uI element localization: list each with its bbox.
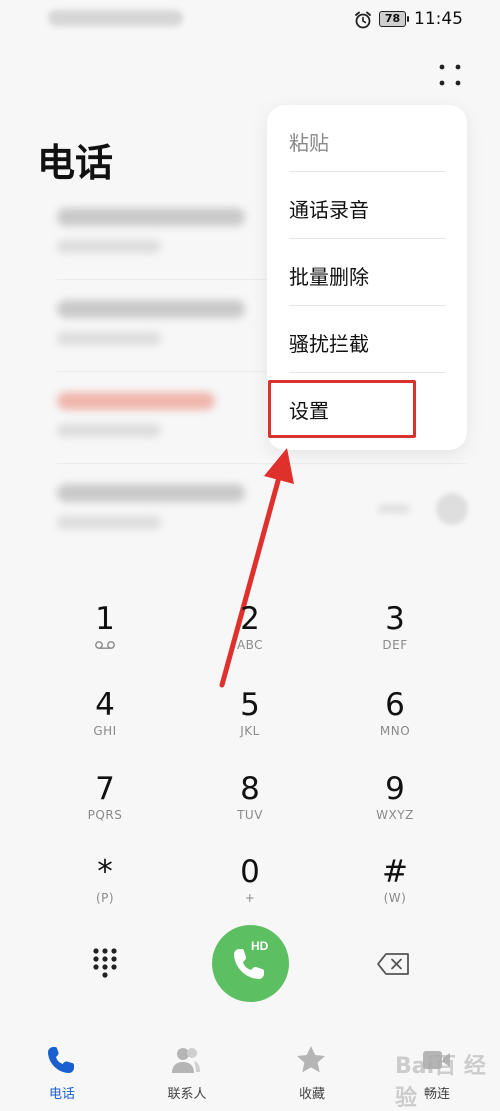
nav-item-label: 畅连 [423,1087,450,1102]
call-log-meta-blurred [57,424,161,437]
call-log-meta-blurred [57,516,161,529]
menu-item-call-recording[interactable]: 通话录音 [267,172,467,239]
dial-key-digit: 0 [240,854,260,890]
call-info-icon[interactable] [436,493,468,525]
more-options-icon[interactable] [436,62,464,88]
phone-icon [48,1047,74,1073]
dial-key-digit: # [382,854,408,890]
dial-key-digit: 4 [95,687,115,723]
menu-item-label: 粘贴 [289,131,329,155]
backspace-icon[interactable] [377,952,410,976]
dial-key-8[interactable]: 8 TUV [195,770,305,840]
dial-key-letters: TUV [237,808,263,822]
nav-item-label: 电话 [48,1087,75,1102]
dial-key-6[interactable]: 6 MNO [340,686,450,756]
battery-indicator: 78 [379,11,409,27]
dial-key-7[interactable]: 7 PQRS [50,770,160,840]
call-log-number-blurred [57,392,215,410]
menu-item-spam-blocking[interactable]: 骚扰拦截 [267,306,467,373]
call-log-number-blurred [57,300,245,318]
nav-item-phone[interactable]: 电话 [12,1030,112,1111]
bottom-nav: 电话 联系人 收藏 畅连 [0,1030,500,1111]
dial-key-4[interactable]: 4 GHI [50,686,160,756]
dial-key-0[interactable]: 0 + [195,853,305,923]
menu-item-batch-delete[interactable]: 批量删除 [267,239,467,306]
call-log-number-blurred [57,484,245,502]
status-bar: 78 11:45 [0,0,500,40]
dial-key-digit: 6 [385,687,405,723]
dialpad-toggle-icon[interactable] [92,947,118,979]
dial-key-letters: GHI [93,724,117,738]
dial-key-star[interactable]: * (P) [50,853,160,923]
nav-item-meetime[interactable]: 畅连 [387,1030,487,1111]
dial-pad: 1 2 ABC 3 DEF 4 GHI 5 JKL 6 MNO 7 PQRS 8… [0,600,500,920]
dial-key-digit: 3 [385,601,405,637]
dial-key-5[interactable]: 5 JKL [195,686,305,756]
dial-key-hash[interactable]: # (W) [340,853,450,923]
dial-key-digit: 2 [240,601,260,637]
dial-key-letters: (W) [383,891,407,905]
menu-item-paste[interactable]: 粘贴 [267,105,467,172]
dial-key-digit: 8 [240,771,260,807]
call-log-time-blurred [378,504,410,514]
dial-key-digit: 1 [95,601,115,637]
meetime-icon [423,1051,450,1069]
menu-item-settings[interactable]: 设置 [267,373,467,440]
dial-key-digit: 5 [240,687,260,723]
menu-item-label: 批量删除 [289,265,369,289]
hd-badge: HD [251,939,269,953]
nav-item-contacts[interactable]: 联系人 [137,1030,237,1111]
dial-key-letters: + [244,891,256,905]
menu-item-label: 骚扰拦截 [289,332,369,356]
contacts-icon [172,1048,200,1073]
call-log-number-blurred [57,208,245,226]
dial-key-digit: 9 [385,771,405,807]
call-button[interactable]: HD [212,925,289,1002]
voicemail-icon [95,641,115,649]
call-log-meta-blurred [57,240,161,253]
dial-key-letters: PQRS [87,808,123,822]
star-icon [297,1046,325,1073]
carrier-info-blurred [48,10,183,26]
dial-key-1[interactable]: 1 [50,600,160,670]
dial-key-letters: DEF [382,638,408,652]
overflow-menu: 粘贴 通话录音 批量删除 骚扰拦截 设置 [267,105,467,450]
divider [57,463,467,464]
dial-key-letters: MNO [379,724,411,738]
nav-item-label: 收藏 [298,1087,325,1102]
page-title: 电话 [37,141,114,185]
dial-key-3[interactable]: 3 DEF [340,600,450,670]
dial-key-letters: ABC [236,638,264,652]
dial-key-letters: (P) [95,891,115,905]
menu-item-label: 设置 [289,399,329,423]
dial-key-2[interactable]: 2 ABC [195,600,305,670]
dial-key-digit: * [97,854,113,890]
dial-key-digit: 7 [95,771,115,807]
status-clock: 11:45 [414,9,463,29]
menu-item-label: 通话录音 [289,198,369,222]
nav-item-label: 联系人 [167,1087,207,1102]
call-log-meta-blurred [57,332,161,345]
call-log-row[interactable] [0,466,500,556]
dial-key-9[interactable]: 9 WXYZ [340,770,450,840]
dial-key-letters: JKL [240,724,260,738]
dial-key-letters: WXYZ [376,808,414,822]
alarm-icon [355,11,371,29]
nav-item-favorites[interactable]: 收藏 [262,1030,362,1111]
